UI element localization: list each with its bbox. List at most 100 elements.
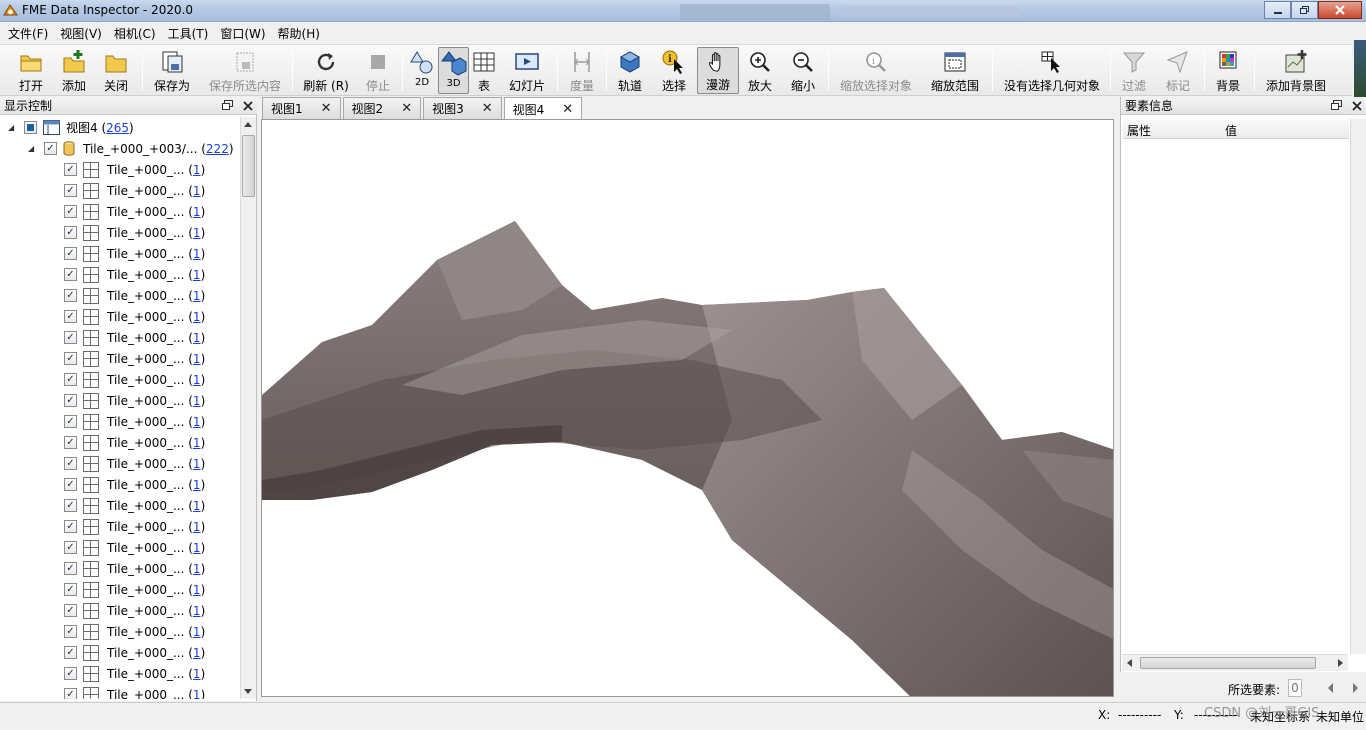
tile-count-link[interactable]: 1 — [193, 415, 201, 429]
attribute-hscrollbar[interactable] — [1122, 654, 1348, 671]
tile-checkbox[interactable]: ✓ — [64, 499, 77, 512]
attribute-vscrollbar[interactable] — [1350, 119, 1366, 654]
tile-count-link[interactable]: 1 — [193, 310, 201, 324]
tree-scrollbar[interactable] — [240, 117, 256, 699]
tree-dataset[interactable]: ◢ ✓ Tile_+000_+003/... ( 222 ) — [28, 138, 234, 159]
tree-root[interactable]: ◢ 视图4 ( 265 ) — [8, 117, 134, 138]
root-count-link[interactable]: 265 — [106, 121, 129, 135]
menu-help[interactable]: 帮助(H) — [272, 25, 326, 42]
close-tab-icon[interactable]: ✕ — [401, 101, 412, 116]
zoom-extent-button[interactable]: 缩放范围 — [927, 47, 983, 94]
tile-checkbox[interactable]: ✓ — [64, 625, 77, 638]
tile-checkbox[interactable]: ✓ — [64, 163, 77, 176]
close-tab-icon[interactable]: ✕ — [562, 102, 573, 117]
add-button[interactable]: 添加 — [56, 47, 92, 94]
collapse-triangle-icon[interactable]: ◢ — [28, 144, 38, 153]
tile-checkbox[interactable]: ✓ — [64, 688, 77, 699]
tile-checkbox[interactable]: ✓ — [64, 604, 77, 617]
close-panel-icon[interactable] — [1352, 101, 1362, 111]
tree-tile-item[interactable]: ✓ Tile_+000_... (1) — [64, 390, 205, 411]
tile-checkbox[interactable]: ✓ — [64, 520, 77, 533]
tile-count-link[interactable]: 1 — [193, 205, 201, 219]
save-selected-button[interactable]: 保存所选内容 — [206, 47, 284, 94]
tile-count-link[interactable]: 1 — [193, 226, 201, 240]
tile-count-link[interactable]: 1 — [193, 373, 201, 387]
float-panel-icon[interactable] — [222, 100, 233, 111]
tile-checkbox[interactable]: ✓ — [64, 541, 77, 554]
pan-button[interactable]: 漫游 — [697, 47, 739, 94]
orbit-button[interactable]: 轨道 — [612, 47, 648, 94]
tile-checkbox[interactable]: ✓ — [64, 184, 77, 197]
menu-file[interactable]: 文件(F) — [2, 25, 54, 42]
tree-tile-item[interactable]: ✓ Tile_+000_... (1) — [64, 432, 205, 453]
tile-count-link[interactable]: 1 — [193, 289, 201, 303]
value-column-header[interactable]: 值 — [1225, 122, 1237, 139]
tile-count-link[interactable]: 1 — [193, 520, 201, 534]
tree-tile-item[interactable]: ✓ Tile_+000_... (1) — [64, 222, 205, 243]
tile-count-link[interactable]: 1 — [193, 541, 201, 555]
tile-checkbox[interactable]: ✓ — [64, 646, 77, 659]
scroll-up-icon[interactable] — [241, 119, 255, 131]
zoom-in-button[interactable]: 放大 — [743, 47, 777, 94]
attribute-hscroll-thumb[interactable] — [1140, 657, 1316, 669]
tile-checkbox[interactable]: ✓ — [64, 373, 77, 386]
open-button[interactable]: 打开 — [12, 47, 50, 94]
tile-checkbox[interactable]: ✓ — [64, 310, 77, 323]
select-button[interactable]: i 选择 — [656, 47, 692, 94]
close-tab-icon[interactable]: ✕ — [482, 101, 493, 116]
tile-checkbox[interactable]: ✓ — [64, 352, 77, 365]
tile-checkbox[interactable]: ✓ — [64, 562, 77, 575]
tile-count-link[interactable]: 1 — [193, 646, 201, 660]
previous-feature-icon[interactable] — [1326, 682, 1336, 694]
tile-checkbox[interactable]: ✓ — [64, 478, 77, 491]
scroll-left-icon[interactable] — [1124, 656, 1136, 670]
tile-count-link[interactable]: 1 — [193, 667, 201, 681]
root-checkbox[interactable] — [24, 121, 37, 134]
tile-checkbox[interactable]: ✓ — [64, 226, 77, 239]
tile-count-link[interactable]: 1 — [193, 688, 201, 700]
tile-count-link[interactable]: 1 — [193, 394, 201, 408]
close-tab-icon[interactable]: ✕ — [321, 101, 332, 116]
tree-scroll-thumb[interactable] — [242, 135, 255, 197]
tab-view2[interactable]: 视图2 ✕ — [342, 97, 422, 119]
tree-tile-item[interactable]: ✓ Tile_+000_... (1) — [64, 201, 205, 222]
background-button[interactable]: 背景 — [1210, 47, 1246, 94]
tile-count-link[interactable]: 1 — [193, 625, 201, 639]
tree-tile-item[interactable]: ✓ Tile_+000_... (1) — [64, 495, 205, 516]
tile-count-link[interactable]: 1 — [193, 331, 201, 345]
tile-count-link[interactable]: 1 — [193, 184, 201, 198]
float-panel-icon[interactable] — [1331, 100, 1342, 111]
tile-checkbox[interactable]: ✓ — [64, 583, 77, 596]
tree-tile-item[interactable]: ✓ Tile_+000_... (1) — [64, 285, 205, 306]
tree-tile-item[interactable]: ✓ Tile_+000_... (1) — [64, 537, 205, 558]
tile-checkbox[interactable]: ✓ — [64, 205, 77, 218]
tile-checkbox[interactable]: ✓ — [64, 247, 77, 260]
menu-tools[interactable]: 工具(T) — [162, 25, 215, 42]
tile-checkbox[interactable]: ✓ — [64, 268, 77, 281]
tile-count-link[interactable]: 1 — [193, 478, 201, 492]
tree-tile-item[interactable]: ✓ Tile_+000_... (1) — [64, 453, 205, 474]
tree-tile-item[interactable]: ✓ Tile_+000_... (1) — [64, 411, 205, 432]
mark-button[interactable]: 标记 — [1160, 47, 1196, 94]
stop-button[interactable]: 停止 — [360, 47, 396, 94]
tree-tile-item[interactable]: ✓ Tile_+000_... (1) — [64, 516, 205, 537]
close-dataset-button[interactable]: 关闭 — [98, 47, 134, 94]
tab-view4[interactable]: 视图4 ✕ — [503, 97, 583, 120]
tree-tile-item[interactable]: ✓ Tile_+000_... (1) — [64, 348, 205, 369]
no-geometry-selected-button[interactable]: 没有选择几何对象 — [1000, 47, 1104, 94]
refresh-button[interactable]: 刷新 (R) — [302, 47, 350, 94]
tree-tile-item[interactable]: ✓ Tile_+000_... (1) — [64, 159, 205, 180]
tree-tile-item[interactable]: ✓ Tile_+000_... (1) — [64, 600, 205, 621]
tab-view1[interactable]: 视图1 ✕ — [262, 97, 341, 119]
maximize-button[interactable] — [1291, 1, 1318, 19]
zoom-selected-button[interactable]: i 缩放选择对象 — [836, 47, 916, 94]
zoom-out-button[interactable]: 缩小 — [786, 47, 820, 94]
measure-button[interactable]: 度量 — [564, 47, 600, 94]
tile-count-link[interactable]: 1 — [193, 604, 201, 618]
tile-count-link[interactable]: 1 — [193, 562, 201, 576]
tile-count-link[interactable]: 1 — [193, 457, 201, 471]
tile-checkbox[interactable]: ✓ — [64, 331, 77, 344]
next-feature-icon[interactable] — [1350, 682, 1360, 694]
filter-button[interactable]: 过滤 — [1116, 47, 1152, 94]
dataset-count-link[interactable]: 222 — [206, 142, 229, 156]
